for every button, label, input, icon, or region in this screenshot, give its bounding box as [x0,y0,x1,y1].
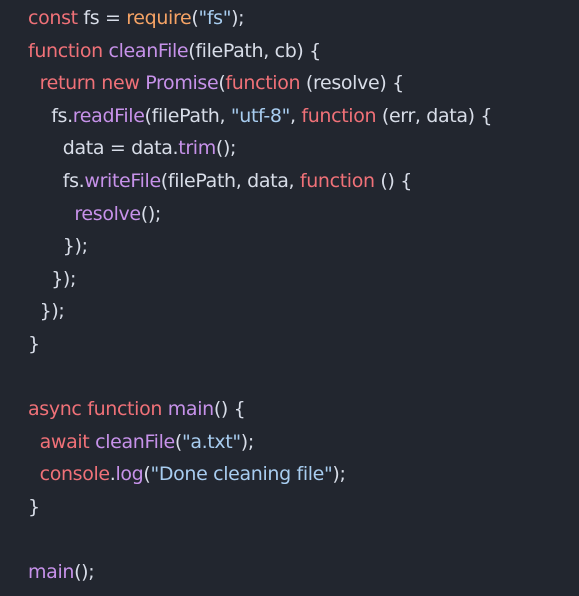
code-token-plain: ); [240,430,254,453]
code-line[interactable]: } [0,491,579,524]
code-line[interactable]: async function main() { [0,393,579,426]
code-token-plain: ( [174,430,182,453]
code-token-function: resolve [74,202,141,225]
code-token-function: main [167,398,214,421]
code-token-plain: (filePath, data, [160,169,300,192]
code-token-plain: () { [213,398,246,421]
code-line[interactable]: await cleanFile("a.txt"); [0,426,579,459]
code-token-plain: (err, data) { [376,104,493,127]
code-line[interactable]: const fs = require("fs"); [0,2,579,35]
code-token-plain: (filePath, cb) { [188,39,321,62]
code-token-plain: fs = [77,7,127,29]
code-token-keyword: function [28,39,103,62]
code-token-keyword: new [101,72,140,95]
code-token-function: cleanFile [108,39,189,62]
code-token-function: readFile [72,104,145,127]
code-token-keyword: function [301,104,377,127]
code-token-plain: }); [51,267,77,290]
code-line[interactable]: }); [0,230,579,263]
code-token-plain: () { [374,169,412,192]
code-token-keyword: const [28,7,78,29]
code-token-keyword: async [28,398,82,421]
code-line[interactable]: }); [0,263,579,296]
code-editor[interactable]: const fs = require("fs"); function cleanF… [0,0,579,596]
code-token-plain: , [290,104,302,127]
code-token-keyword: console [39,463,111,486]
code-token-plain: } [28,332,40,355]
code-token-function: Promise [145,72,219,95]
code-line[interactable]: main(); [0,556,579,589]
code-line[interactable]: console.log("Done cleaning file"); [0,458,579,491]
code-token-plain: }); [62,235,88,258]
code-line[interactable] [0,524,579,557]
code-token-keyword: function [225,72,301,95]
code-token-string: "fs" [198,7,232,29]
code-token-function: log [115,463,144,486]
code-token-keyword: return [39,72,96,95]
code-line[interactable]: data = data.trim(); [0,132,579,165]
code-token-string: "Done cleaning file" [150,463,333,486]
code-token-plain: (); [215,137,237,160]
code-token-keyword: function [87,398,163,421]
code-token-keyword: await [39,430,90,453]
code-token-keyword: function [299,169,375,192]
code-token-builtin: require [126,7,192,29]
code-token-function: cleanFile [95,430,175,453]
code-token-string: "a.txt" [181,430,241,453]
code-line[interactable]: resolve(); [0,198,579,231]
code-token-plain: (resolve) { [300,72,404,95]
code-line[interactable]: }); [0,295,579,328]
code-token-plain: fs. [51,104,73,127]
code-token-plain: (); [74,561,95,584]
code-token-function: writeFile [84,169,161,192]
code-token-function: trim [178,137,216,160]
code-token-plain: data = data. [62,137,179,160]
code-line[interactable]: function cleanFile(filePath, cb) { [0,35,579,68]
code-token-function: main [28,561,75,584]
code-token-string: "utf-8" [230,104,290,127]
code-line[interactable] [0,361,579,394]
code-token-plain: ); [332,463,346,486]
code-token-plain: } [28,495,40,518]
code-token-plain: fs. [62,169,85,192]
code-line[interactable]: fs.readFile(filePath, "utf-8", function … [0,100,579,133]
code-line[interactable]: fs.writeFile(filePath, data, function ()… [0,165,579,198]
code-token-plain: ); [231,7,245,29]
code-token-plain: (filePath, [144,104,231,127]
code-line[interactable]: } [0,328,579,361]
code-token-plain: }); [39,300,65,323]
code-body[interactable]: const fs = require("fs"); function cleanF… [0,2,579,589]
code-line[interactable]: return new Promise(function (resolve) { [0,67,579,100]
code-token-plain: (); [140,202,162,225]
